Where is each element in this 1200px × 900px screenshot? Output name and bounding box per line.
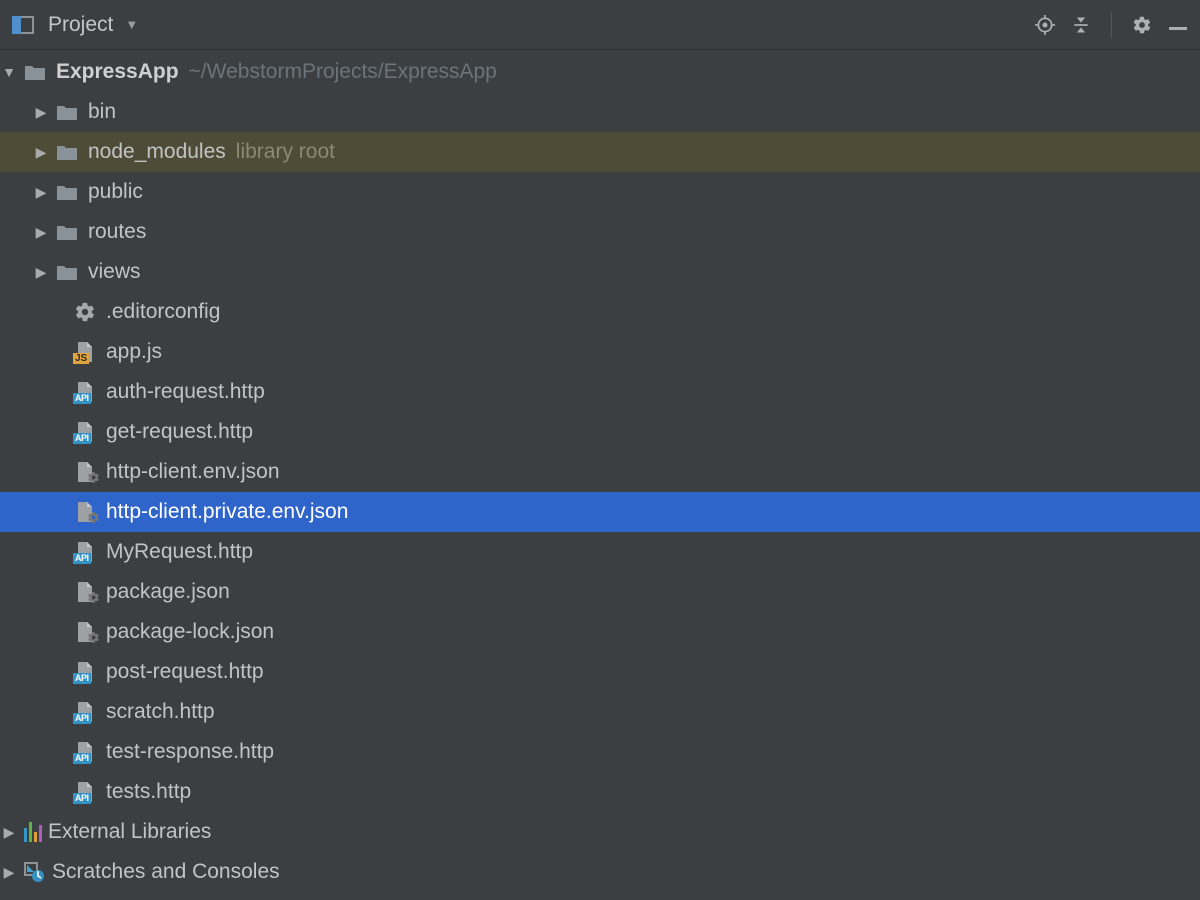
http-file-icon: API bbox=[74, 381, 96, 403]
file-label: tests.http bbox=[106, 780, 191, 804]
folder-public[interactable]: ▶ public bbox=[0, 172, 1200, 212]
json-file-icon bbox=[74, 581, 96, 603]
chevron-down-icon[interactable]: ▼ bbox=[2, 64, 16, 80]
js-file-icon: JS bbox=[74, 341, 96, 363]
file-item[interactable]: API post-request.http bbox=[0, 652, 1200, 692]
locate-target-icon[interactable] bbox=[1035, 15, 1055, 35]
chevron-right-icon[interactable]: ▶ bbox=[34, 144, 48, 161]
file-item[interactable]: API scratch.http bbox=[0, 692, 1200, 732]
project-tree: ▼ ExpressApp ~/WebstormProjects/ExpressA… bbox=[0, 50, 1200, 892]
settings-gear-icon[interactable] bbox=[1132, 15, 1152, 35]
external-libraries[interactable]: ▶ External Libraries bbox=[0, 812, 1200, 852]
http-file-icon: API bbox=[74, 541, 96, 563]
chevron-right-icon[interactable]: ▶ bbox=[2, 864, 16, 881]
panel-title[interactable]: Project bbox=[48, 13, 113, 37]
http-file-icon: API bbox=[74, 421, 96, 443]
file-label: auth-request.http bbox=[106, 380, 265, 404]
file-item[interactable]: API auth-request.http bbox=[0, 372, 1200, 412]
file-label: package-lock.json bbox=[106, 620, 274, 644]
json-file-icon bbox=[74, 501, 96, 523]
chevron-right-icon[interactable]: ▶ bbox=[34, 224, 48, 241]
folder-icon bbox=[24, 63, 46, 81]
file-label: get-request.http bbox=[106, 420, 253, 444]
file-label: .editorconfig bbox=[106, 300, 220, 324]
http-file-icon: API bbox=[74, 701, 96, 723]
file-item[interactable]: package.json bbox=[0, 572, 1200, 612]
root-name: ExpressApp bbox=[56, 60, 179, 84]
file-item[interactable]: http-client.env.json bbox=[0, 452, 1200, 492]
gear-icon bbox=[74, 301, 96, 323]
folder-label: routes bbox=[88, 220, 146, 244]
folder-views[interactable]: ▶ views bbox=[0, 252, 1200, 292]
json-file-icon bbox=[74, 461, 96, 483]
folder-icon bbox=[56, 143, 78, 161]
tree-root[interactable]: ▼ ExpressApp ~/WebstormProjects/ExpressA… bbox=[0, 52, 1200, 92]
root-path: ~/WebstormProjects/ExpressApp bbox=[189, 60, 497, 84]
folder-routes[interactable]: ▶ routes bbox=[0, 212, 1200, 252]
file-label: test-response.http bbox=[106, 740, 274, 764]
scratches-and-consoles[interactable]: ▶ Scratches and Consoles bbox=[0, 852, 1200, 892]
dropdown-icon[interactable]: ▼ bbox=[125, 17, 138, 32]
file-label: http-client.env.json bbox=[106, 460, 280, 484]
folder-icon bbox=[56, 103, 78, 121]
file-label: app.js bbox=[106, 340, 162, 364]
http-file-icon: API bbox=[74, 741, 96, 763]
file-item[interactable]: package-lock.json bbox=[0, 612, 1200, 652]
scratches-icon bbox=[24, 862, 44, 882]
toolbar-divider bbox=[1111, 12, 1112, 38]
folder-bin[interactable]: ▶ bin bbox=[0, 92, 1200, 132]
collapse-all-icon[interactable] bbox=[1071, 15, 1091, 35]
chevron-right-icon[interactable]: ▶ bbox=[34, 104, 48, 121]
file-item[interactable]: API MyRequest.http bbox=[0, 532, 1200, 572]
json-file-icon bbox=[74, 621, 96, 643]
file-item[interactable]: API tests.http bbox=[0, 772, 1200, 812]
chevron-right-icon[interactable]: ▶ bbox=[34, 184, 48, 201]
folder-label: node_modules bbox=[88, 140, 226, 164]
project-panel-icon bbox=[12, 16, 34, 34]
file-item[interactable]: http-client.private.env.json bbox=[0, 492, 1200, 532]
folder-icon bbox=[56, 223, 78, 241]
folder-node_modules[interactable]: ▶ node_modules library root bbox=[0, 132, 1200, 172]
folder-label: public bbox=[88, 180, 143, 204]
folder-label: views bbox=[88, 260, 141, 284]
folder-note: library root bbox=[236, 140, 335, 164]
folder-icon bbox=[56, 183, 78, 201]
file-label: package.json bbox=[106, 580, 230, 604]
folder-label: bin bbox=[88, 100, 116, 124]
scratches-label: Scratches and Consoles bbox=[52, 860, 280, 884]
chevron-right-icon[interactable]: ▶ bbox=[34, 264, 48, 281]
chevron-right-icon[interactable]: ▶ bbox=[2, 824, 16, 841]
file-label: http-client.private.env.json bbox=[106, 500, 348, 524]
http-file-icon: API bbox=[74, 781, 96, 803]
file-item[interactable]: API get-request.http bbox=[0, 412, 1200, 452]
external-libraries-label: External Libraries bbox=[48, 820, 211, 844]
file-label: post-request.http bbox=[106, 660, 264, 684]
file-item[interactable]: JS app.js bbox=[0, 332, 1200, 372]
libraries-icon bbox=[24, 822, 42, 842]
project-toolbar: Project ▼ bbox=[0, 0, 1200, 50]
http-file-icon: API bbox=[74, 661, 96, 683]
folder-icon bbox=[56, 263, 78, 281]
file-item[interactable]: API test-response.http bbox=[0, 732, 1200, 772]
file-label: scratch.http bbox=[106, 700, 215, 724]
file-item[interactable]: .editorconfig bbox=[0, 292, 1200, 332]
hide-panel-icon[interactable] bbox=[1168, 15, 1188, 35]
file-label: MyRequest.http bbox=[106, 540, 253, 564]
